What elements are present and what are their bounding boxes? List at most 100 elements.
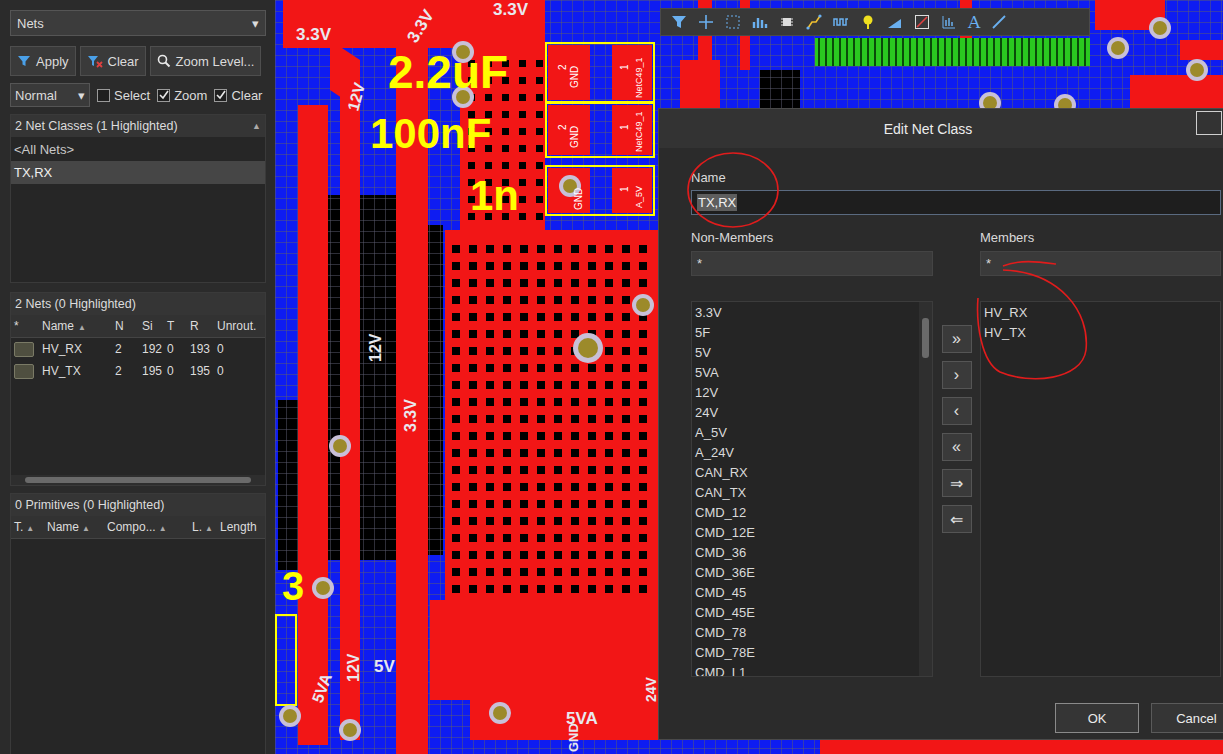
zoom-level-button[interactable]: Zoom Level... bbox=[150, 46, 262, 76]
net-list-item[interactable]: CMD_36E bbox=[692, 562, 919, 582]
non-members-filter[interactable]: * bbox=[691, 251, 933, 276]
column-header[interactable]: N bbox=[112, 319, 139, 333]
vertical-scrollbar[interactable] bbox=[919, 302, 932, 676]
silk-label: 100nF bbox=[370, 110, 491, 157]
panel-options-row: Normal▾ Select Zoom Clear bbox=[10, 82, 286, 108]
option-checkbox[interactable]: Zoom bbox=[157, 88, 207, 103]
net-list-item[interactable]: CMD_78 bbox=[692, 622, 919, 642]
net-list-item[interactable]: 5VA bbox=[692, 362, 919, 382]
transfer-button[interactable]: ‹ bbox=[942, 397, 972, 425]
section-header: 0 Primitives (0 Highlighted) bbox=[11, 494, 265, 516]
net-label: 3.3V bbox=[296, 25, 332, 44]
option-checkbox[interactable]: Select bbox=[97, 88, 150, 103]
name-input[interactable]: TX,RX bbox=[691, 190, 1221, 215]
pcb-canvas[interactable]: 3.3V3.3V3.3V2.2uF100nF1n12V12V3.3V12V5V5… bbox=[275, 0, 1223, 754]
horizontal-scrollbar[interactable] bbox=[11, 475, 265, 485]
net-list-item[interactable]: CMD_12 bbox=[692, 502, 919, 522]
net-list-item[interactable]: 3.3V bbox=[692, 302, 919, 322]
column-header[interactable]: Name▲ bbox=[39, 319, 112, 333]
net-list-item[interactable]: CMD_78E bbox=[692, 642, 919, 662]
transfer-button[interactable]: « bbox=[942, 433, 972, 461]
column-header[interactable]: Unrout. bbox=[214, 319, 265, 333]
swatch-cell bbox=[11, 342, 39, 357]
apply-button[interactable]: Apply bbox=[10, 46, 76, 76]
net-list-item[interactable]: CAN_RX bbox=[692, 462, 919, 482]
column-header[interactable]: * bbox=[11, 319, 39, 333]
table-cell: 0 bbox=[164, 342, 187, 356]
net-row[interactable]: HV_RX219201930 bbox=[11, 338, 265, 360]
collapse-icon[interactable]: ▲ bbox=[252, 121, 261, 131]
primitives-column-header: T.▲Name▲Compo...▲L.▲Length bbox=[11, 516, 265, 539]
transfer-button[interactable]: » bbox=[942, 325, 972, 353]
column-header[interactable]: T.▲ bbox=[11, 520, 44, 534]
net-classes-section: 2 Net Classes (1 Highlighted)▲<All Nets>… bbox=[10, 114, 266, 283]
net-list-item[interactable]: A_24V bbox=[692, 442, 919, 462]
button-label: OK bbox=[1088, 711, 1107, 726]
checkbox-box[interactable] bbox=[97, 89, 110, 102]
scrollbar-thumb[interactable] bbox=[25, 477, 251, 483]
item-label: CMD_12 bbox=[695, 505, 746, 520]
net-list-item[interactable]: HV_RX bbox=[981, 302, 1220, 322]
members-filter[interactable]: * bbox=[980, 251, 1221, 276]
cancel-button[interactable]: Cancel bbox=[1151, 703, 1223, 733]
item-label: A_24V bbox=[695, 445, 734, 460]
net-list-item[interactable]: A_5V bbox=[692, 422, 919, 442]
column-header[interactable]: R bbox=[187, 319, 214, 333]
pad-label: 2 bbox=[557, 64, 568, 70]
item-label: CAN_RX bbox=[695, 465, 748, 480]
net-list-item[interactable]: 5F bbox=[692, 322, 919, 342]
column-header[interactable]: Compo...▲ bbox=[104, 520, 189, 534]
table-cell: 193 bbox=[187, 342, 214, 356]
ok-button[interactable]: OK bbox=[1055, 703, 1139, 733]
checkbox-box[interactable] bbox=[214, 89, 227, 102]
item-label: CMD_36 bbox=[695, 545, 746, 560]
column-header[interactable]: T bbox=[164, 319, 187, 333]
item-label: CMD_78 bbox=[695, 625, 746, 640]
net-class-item[interactable]: <All Nets> bbox=[11, 138, 265, 161]
column-label: Unrout. bbox=[217, 319, 256, 333]
table-cell: 0 bbox=[214, 342, 265, 356]
net-list-item[interactable]: CMD_12E bbox=[692, 522, 919, 542]
net-label: 5V bbox=[374, 657, 395, 676]
column-header[interactable]: L.▲ bbox=[189, 520, 217, 534]
panel-mode-dropdown[interactable]: Nets▾ bbox=[10, 10, 266, 36]
net-class-item[interactable]: TX,RX bbox=[11, 161, 265, 184]
select-rect-icon bbox=[725, 14, 741, 30]
checkbox-label: Zoom bbox=[174, 88, 207, 103]
net-list-item[interactable]: CMD_36 bbox=[692, 542, 919, 562]
column-header[interactable]: Length bbox=[217, 520, 265, 534]
item-label: CMD_36E bbox=[695, 565, 755, 580]
transfer-button[interactable]: ⇐ bbox=[942, 505, 972, 533]
net-list-item[interactable]: 12V bbox=[692, 382, 919, 402]
transfer-button[interactable]: ⇒ bbox=[942, 469, 972, 497]
table-cell: 195 bbox=[139, 364, 164, 378]
column-header[interactable]: Si bbox=[139, 319, 164, 333]
scrollbar-thumb[interactable] bbox=[922, 318, 929, 358]
net-list-item[interactable]: 5V bbox=[692, 342, 919, 362]
primitives-section: 0 Primitives (0 Highlighted)T.▲Name▲Comp… bbox=[10, 493, 266, 754]
filter-mode-dropdown[interactable]: Normal▾ bbox=[10, 83, 90, 107]
item-label: <All Nets> bbox=[14, 142, 74, 157]
close-button[interactable] bbox=[1196, 111, 1222, 135]
net-list-item[interactable]: CMD_45E bbox=[692, 602, 919, 622]
option-checkbox[interactable]: Clear bbox=[214, 88, 262, 103]
net-list-item[interactable]: CMD_45 bbox=[692, 582, 919, 602]
item-label: CAN_TX bbox=[695, 485, 746, 500]
clear-button[interactable]: Clear bbox=[80, 46, 146, 76]
pcb-panel: Nets▾ApplyClearZoom Level...Normal▾Selec… bbox=[0, 0, 275, 754]
text-tool-button[interactable]: A bbox=[968, 12, 980, 32]
net-row[interactable]: HV_TX219501950 bbox=[11, 360, 265, 382]
net-list-item[interactable]: 24V bbox=[692, 402, 919, 422]
checkbox-box[interactable] bbox=[157, 89, 170, 102]
column-header[interactable]: Name▲ bbox=[44, 520, 104, 534]
net-list-item[interactable]: CMD_L1 bbox=[692, 662, 919, 676]
app-window: Nets▾ApplyClearZoom Level...Normal▾Selec… bbox=[0, 0, 1223, 754]
net-label: 3.3V bbox=[493, 0, 529, 19]
net-list-item[interactable]: CAN_TX bbox=[692, 482, 919, 502]
sort-arrow-icon: ▲ bbox=[26, 524, 34, 533]
net-label: 12V bbox=[345, 653, 362, 682]
name-value: TX,RX bbox=[697, 194, 737, 211]
transfer-button[interactable]: › bbox=[942, 361, 972, 389]
net-list-item[interactable]: HV_TX bbox=[981, 322, 1220, 342]
line-icon bbox=[991, 14, 1007, 30]
